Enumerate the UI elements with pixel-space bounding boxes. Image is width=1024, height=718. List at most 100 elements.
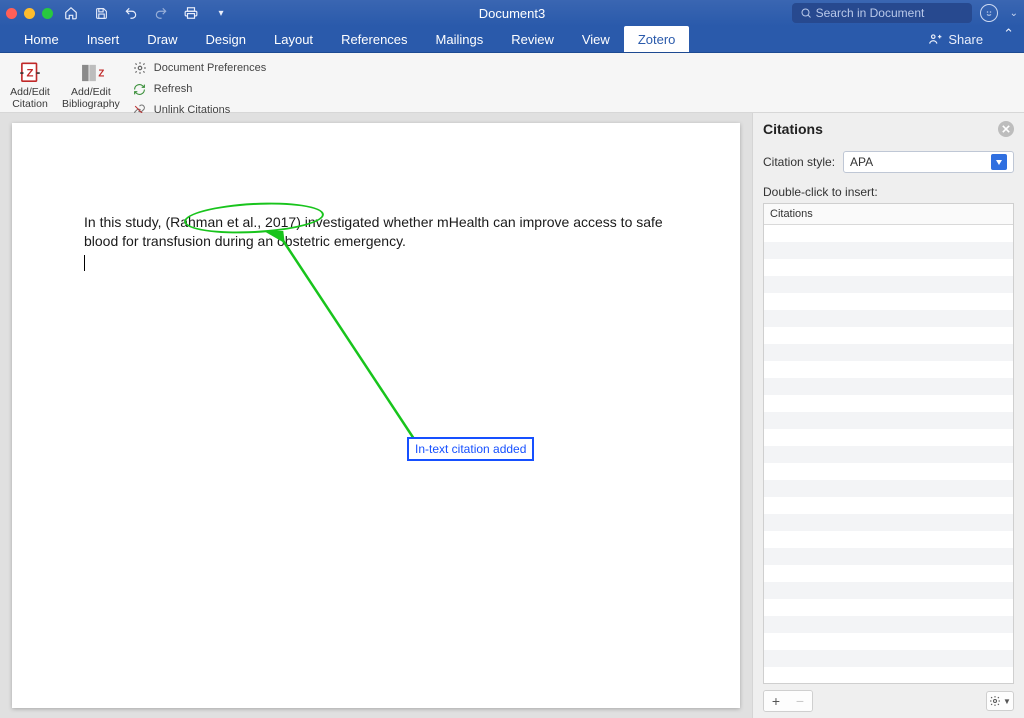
svg-text:Z: Z xyxy=(27,67,34,79)
customize-toolbar-icon[interactable]: ▾ xyxy=(213,5,229,21)
list-item[interactable] xyxy=(764,378,1013,395)
tab-zotero[interactable]: Zotero xyxy=(624,26,690,52)
chevron-down-icon xyxy=(991,154,1007,170)
list-item[interactable] xyxy=(764,650,1013,667)
list-item[interactable] xyxy=(764,599,1013,616)
list-item[interactable] xyxy=(764,446,1013,463)
tab-references[interactable]: References xyxy=(327,26,421,52)
list-header: Citations xyxy=(764,204,1013,225)
tab-view[interactable]: View xyxy=(568,26,624,52)
add-remove-group: + − xyxy=(763,690,813,712)
redo-icon[interactable] xyxy=(153,5,169,21)
zoom-window-button[interactable] xyxy=(42,8,53,19)
tab-review[interactable]: Review xyxy=(497,26,568,52)
search-placeholder: Search in Document xyxy=(816,6,925,20)
list-item[interactable] xyxy=(764,616,1013,633)
remove-citation-button[interactable]: − xyxy=(788,691,812,711)
citations-panel: Citations Citation style: APA Double-cli… xyxy=(752,113,1024,718)
undo-icon[interactable] xyxy=(123,5,139,21)
panel-title: Citations xyxy=(763,121,823,137)
search-icon xyxy=(800,7,812,19)
citations-list[interactable]: Citations xyxy=(763,203,1014,684)
add-citation-button[interactable]: + xyxy=(764,691,788,711)
list-item[interactable] xyxy=(764,463,1013,480)
list-item[interactable] xyxy=(764,327,1013,344)
zotero-ribbon: Z Add/Edit Citation Z Add/Edit Bibliogra… xyxy=(0,53,1024,113)
main-area: In this study, (Rahman et al., 2017) inv… xyxy=(0,113,1024,718)
list-item[interactable] xyxy=(764,497,1013,514)
list-item[interactable] xyxy=(764,531,1013,548)
minimize-window-button[interactable] xyxy=(24,8,35,19)
annotation-callout: In-text citation added xyxy=(407,437,534,461)
svg-text:Z: Z xyxy=(98,68,104,79)
list-item[interactable] xyxy=(764,395,1013,412)
refresh-icon xyxy=(132,81,148,97)
page: In this study, (Rahman et al., 2017) inv… xyxy=(12,123,740,708)
add-edit-citation-button[interactable]: Z Add/Edit Citation xyxy=(6,57,54,112)
tab-mailings[interactable]: Mailings xyxy=(422,26,498,52)
list-item[interactable] xyxy=(764,276,1013,293)
tab-design[interactable]: Design xyxy=(192,26,260,52)
share-button[interactable]: Share xyxy=(918,26,993,52)
save-icon[interactable] xyxy=(93,5,109,21)
list-item[interactable] xyxy=(764,344,1013,361)
ribbon-secondary-group: Document Preferences Refresh Unlink Cita… xyxy=(128,57,271,119)
share-label: Share xyxy=(948,32,983,47)
citation-style-select[interactable]: APA xyxy=(843,151,1014,173)
gear-icon xyxy=(132,60,148,76)
list-item[interactable] xyxy=(764,259,1013,276)
tab-home[interactable]: Home xyxy=(10,26,73,52)
print-icon[interactable] xyxy=(183,5,199,21)
home-icon[interactable] xyxy=(63,5,79,21)
bibliography-icon: Z xyxy=(78,59,104,87)
list-item[interactable] xyxy=(764,514,1013,531)
citation-style-label: Citation style: xyxy=(763,155,835,169)
gear-icon xyxy=(989,695,1001,707)
list-item[interactable] xyxy=(764,242,1013,259)
list-item[interactable] xyxy=(764,633,1013,650)
list-item[interactable] xyxy=(764,225,1013,242)
quick-access-toolbar: ▾ xyxy=(63,5,229,21)
para-text-pre: In this study, xyxy=(84,214,165,230)
tab-insert[interactable]: Insert xyxy=(73,26,134,52)
add-edit-bibliography-button[interactable]: Z Add/Edit Bibliography xyxy=(58,57,124,112)
list-item[interactable] xyxy=(764,548,1013,565)
text-cursor xyxy=(84,255,668,271)
document-title: Document3 xyxy=(479,6,545,21)
list-item[interactable] xyxy=(764,293,1013,310)
search-input[interactable]: Search in Document xyxy=(792,3,972,23)
list-item[interactable] xyxy=(764,310,1013,327)
paragraph[interactable]: In this study, (Rahman et al., 2017) inv… xyxy=(84,213,668,251)
share-icon xyxy=(928,32,942,46)
citation-style-value: APA xyxy=(850,155,873,169)
feedback-smiley-icon[interactable] xyxy=(980,4,998,22)
list-item[interactable] xyxy=(764,565,1013,582)
list-rows xyxy=(764,225,1013,683)
document-canvas[interactable]: In this study, (Rahman et al., 2017) inv… xyxy=(0,113,752,718)
panel-settings-button[interactable]: ▼ xyxy=(986,691,1014,711)
add-edit-bibliography-label: Add/Edit Bibliography xyxy=(62,87,120,110)
document-preferences-button[interactable]: Document Preferences xyxy=(128,59,271,77)
refresh-button[interactable]: Refresh xyxy=(128,80,271,98)
close-icon xyxy=(1002,125,1010,133)
tab-draw[interactable]: Draw xyxy=(133,26,191,52)
insert-hint: Double-click to insert: xyxy=(763,185,1014,199)
chevron-down-icon: ▼ xyxy=(1003,697,1011,706)
collapse-ribbon-icon[interactable]: ⌃ xyxy=(993,26,1024,52)
chevron-down-icon[interactable]: ⌄ xyxy=(1010,8,1018,19)
ribbon-tabs: Home Insert Draw Design Layout Reference… xyxy=(0,26,1024,53)
citation-icon: Z xyxy=(17,59,43,87)
titlebar: ▾ Document3 Search in Document ⌄ xyxy=(0,0,1024,26)
add-edit-citation-label: Add/Edit Citation xyxy=(10,87,50,110)
list-item[interactable] xyxy=(764,361,1013,378)
panel-close-button[interactable] xyxy=(998,121,1014,137)
list-item[interactable] xyxy=(764,582,1013,599)
citation-field[interactable]: (Rahman et al., 2017) xyxy=(165,214,300,230)
document-preferences-label: Document Preferences xyxy=(154,62,267,74)
list-item[interactable] xyxy=(764,412,1013,429)
list-item[interactable] xyxy=(764,480,1013,497)
window-controls xyxy=(6,8,53,19)
tab-layout[interactable]: Layout xyxy=(260,26,327,52)
list-item[interactable] xyxy=(764,429,1013,446)
close-window-button[interactable] xyxy=(6,8,17,19)
